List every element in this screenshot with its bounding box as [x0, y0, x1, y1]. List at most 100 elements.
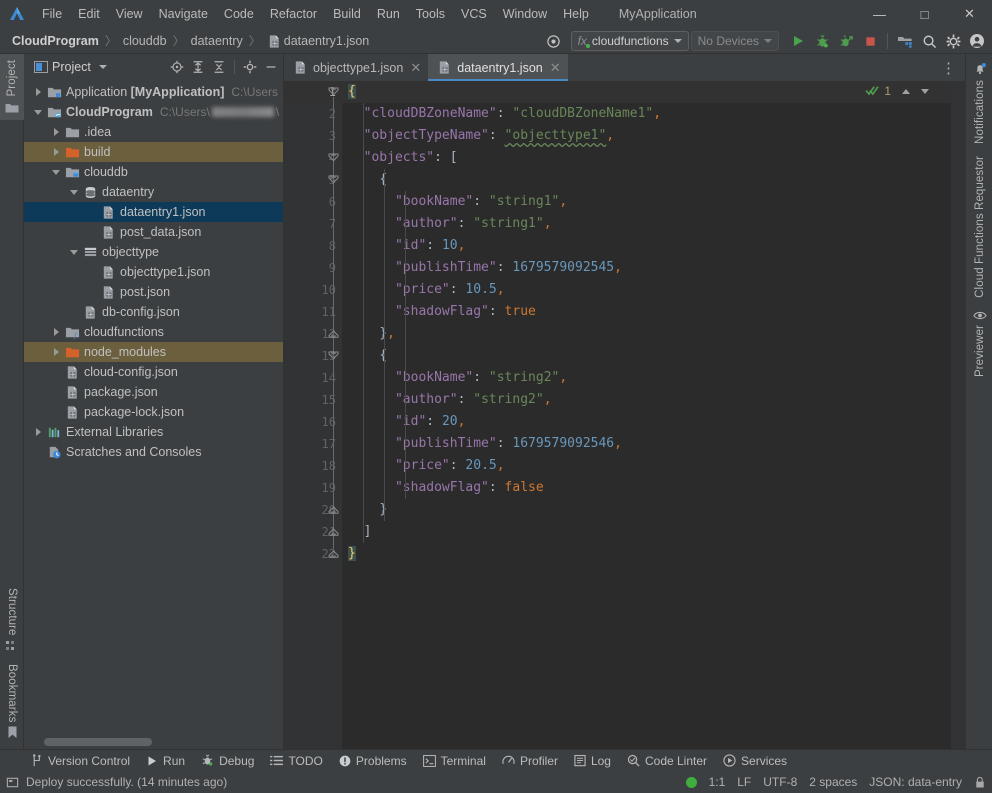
code-content[interactable]: { "cloudDBZoneName": "cloudDBZoneName1",…	[342, 81, 951, 749]
tree-node-application-myapplication-[interactable]: Application [MyApplication] C:\Users	[24, 82, 283, 102]
menu-navigate[interactable]: Navigate	[151, 2, 216, 26]
menu-file[interactable]: File	[34, 2, 70, 26]
chevron-down-icon[interactable]	[68, 246, 80, 258]
chevron-right-icon[interactable]	[50, 126, 62, 138]
device-selector[interactable]: No Devices	[690, 31, 779, 51]
indent-setting[interactable]: 2 spaces	[809, 775, 857, 789]
hide-panel-icon[interactable]	[261, 57, 281, 77]
fold-toggle-icon[interactable]	[328, 328, 339, 339]
tree-node-dataentry1-json[interactable]: dataentry1.json	[24, 202, 283, 222]
tree-node-cloudfunctions[interactable]: f cloudfunctions	[24, 322, 283, 342]
sidebar-item-bookmarks[interactable]: Bookmarks	[0, 658, 24, 745]
editor-tab-objecttype1-json[interactable]: objecttype1.json ✕	[284, 54, 428, 81]
target-device-icon[interactable]	[543, 30, 565, 52]
menu-refactor[interactable]: Refactor	[262, 2, 325, 26]
code-line[interactable]: {	[342, 81, 951, 103]
event-log-icon[interactable]	[6, 776, 19, 789]
tree-node-clouddb[interactable]: clouddb	[24, 162, 283, 182]
tool-window-debug[interactable]: Debug	[194, 752, 261, 770]
code-line[interactable]: },	[342, 323, 951, 345]
inspection-widget[interactable]: 1	[865, 84, 929, 98]
collapse-all-icon[interactable]	[209, 57, 229, 77]
close-tab-icon[interactable]: ✕	[410, 60, 421, 76]
run-configuration-selector[interactable]: fx cloudfunctions	[570, 31, 689, 51]
sidebar-item-project[interactable]: Project	[0, 54, 24, 120]
tree-node-scratches-and-consoles[interactable]: Scratches and Consoles	[24, 442, 283, 462]
file-encoding[interactable]: UTF-8	[763, 775, 797, 789]
tool-window-code-linter[interactable]: Code Linter	[620, 752, 714, 770]
tree-node-build[interactable]: build	[24, 142, 283, 162]
project-tree[interactable]: Application [MyApplication] C:\Users Cloud…	[24, 80, 283, 735]
fold-toggle-icon[interactable]	[328, 152, 339, 163]
chevron-right-icon[interactable]	[50, 346, 62, 358]
tree-node-objecttype1-json[interactable]: objecttype1.json	[24, 262, 283, 282]
code-line[interactable]: "id": 10,	[342, 235, 951, 257]
stop-button[interactable]	[859, 30, 881, 52]
code-line[interactable]: ]	[342, 521, 951, 543]
tool-window-todo[interactable]: TODO	[263, 752, 329, 770]
gear-icon[interactable]	[240, 57, 260, 77]
tool-window-run[interactable]: Run	[139, 752, 192, 770]
tool-window-profiler[interactable]: Profiler	[495, 752, 565, 770]
close-button[interactable]: ✕	[947, 0, 992, 28]
maximize-button[interactable]: □	[902, 0, 947, 28]
code-line[interactable]: }	[342, 499, 951, 521]
breadcrumb-item-clouddb[interactable]: clouddb	[119, 33, 171, 49]
code-editor[interactable]: 12345678910111213141516171819202122 { "c…	[284, 81, 965, 749]
lock-icon[interactable]	[974, 776, 986, 789]
fold-toggle-icon[interactable]	[328, 526, 339, 537]
code-line[interactable]: "price": 20.5,	[342, 455, 951, 477]
project-horizontal-scrollbar[interactable]	[24, 735, 283, 749]
account-button[interactable]	[966, 30, 988, 52]
menu-vcs[interactable]: VCS	[453, 2, 495, 26]
tree-node-package-lock-json[interactable]: package-lock.json	[24, 402, 283, 422]
tree-node-post-json[interactable]: post.json	[24, 282, 283, 302]
breadcrumb-item-dataentry[interactable]: dataentry	[187, 33, 247, 49]
code-line[interactable]: "cloudDBZoneName": "cloudDBZoneName1",	[342, 103, 951, 125]
code-line[interactable]: "shadowFlag": false	[342, 477, 951, 499]
code-line[interactable]: "author": "string2",	[342, 389, 951, 411]
tree-node-node-modules[interactable]: node_modules	[24, 342, 283, 362]
chevron-down-icon[interactable]	[32, 106, 44, 118]
chevron-right-icon[interactable]	[50, 146, 62, 158]
menu-edit[interactable]: Edit	[70, 2, 108, 26]
caret-position[interactable]: 1:1	[709, 775, 726, 789]
minimize-button[interactable]: —	[857, 0, 902, 28]
tree-node--idea[interactable]: .idea	[24, 122, 283, 142]
menu-build[interactable]: Build	[325, 2, 369, 26]
expand-all-icon[interactable]	[188, 57, 208, 77]
settings-button[interactable]	[942, 30, 964, 52]
chevron-down-icon[interactable]	[68, 186, 80, 198]
fold-toggle-icon[interactable]	[328, 350, 339, 361]
code-line[interactable]: {	[342, 169, 951, 191]
error-stripe-marker[interactable]	[951, 81, 965, 749]
chevron-down-icon[interactable]	[921, 88, 929, 94]
tool-window-services[interactable]: Services	[716, 752, 794, 770]
sidebar-item-cloud-functions-requestor[interactable]: Cloud Functions Requestor	[974, 150, 986, 304]
menu-run[interactable]: Run	[369, 2, 408, 26]
sidebar-item-structure[interactable]: Structure	[0, 582, 24, 658]
breadcrumb-item-dataentry1-json[interactable]: dataentry1.json	[263, 33, 373, 49]
code-line[interactable]: "bookName": "string1",	[342, 191, 951, 213]
debug-button[interactable]	[811, 30, 833, 52]
fold-toggle-icon[interactable]	[328, 548, 339, 559]
code-line[interactable]: "price": 10.5,	[342, 279, 951, 301]
code-line[interactable]: "objects": [	[342, 147, 951, 169]
tree-node-cloudprogram[interactable]: CloudProgram C:\Users\ \	[24, 102, 283, 122]
code-line[interactable]: }	[342, 543, 951, 565]
tree-node-objecttype[interactable]: objecttype	[24, 242, 283, 262]
tool-window-version-control[interactable]: Version Control	[24, 752, 137, 770]
fold-toggle-icon[interactable]	[328, 86, 339, 97]
run-button[interactable]	[787, 30, 809, 52]
menu-window[interactable]: Window	[495, 2, 555, 26]
code-line[interactable]: "shadowFlag": true	[342, 301, 951, 323]
tree-node-external-libraries[interactable]: External Libraries	[24, 422, 283, 442]
fold-toggle-icon[interactable]	[328, 174, 339, 185]
code-line[interactable]: "publishTime": 1679579092546,	[342, 433, 951, 455]
code-line[interactable]: "publishTime": 1679579092545,	[342, 257, 951, 279]
tree-node-package-json[interactable]: package.json	[24, 382, 283, 402]
attach-debugger-button[interactable]	[835, 30, 857, 52]
chevron-up-icon[interactable]	[902, 88, 910, 94]
chevron-down-icon[interactable]	[98, 65, 107, 69]
tool-window-problems[interactable]: Problems	[332, 752, 414, 770]
